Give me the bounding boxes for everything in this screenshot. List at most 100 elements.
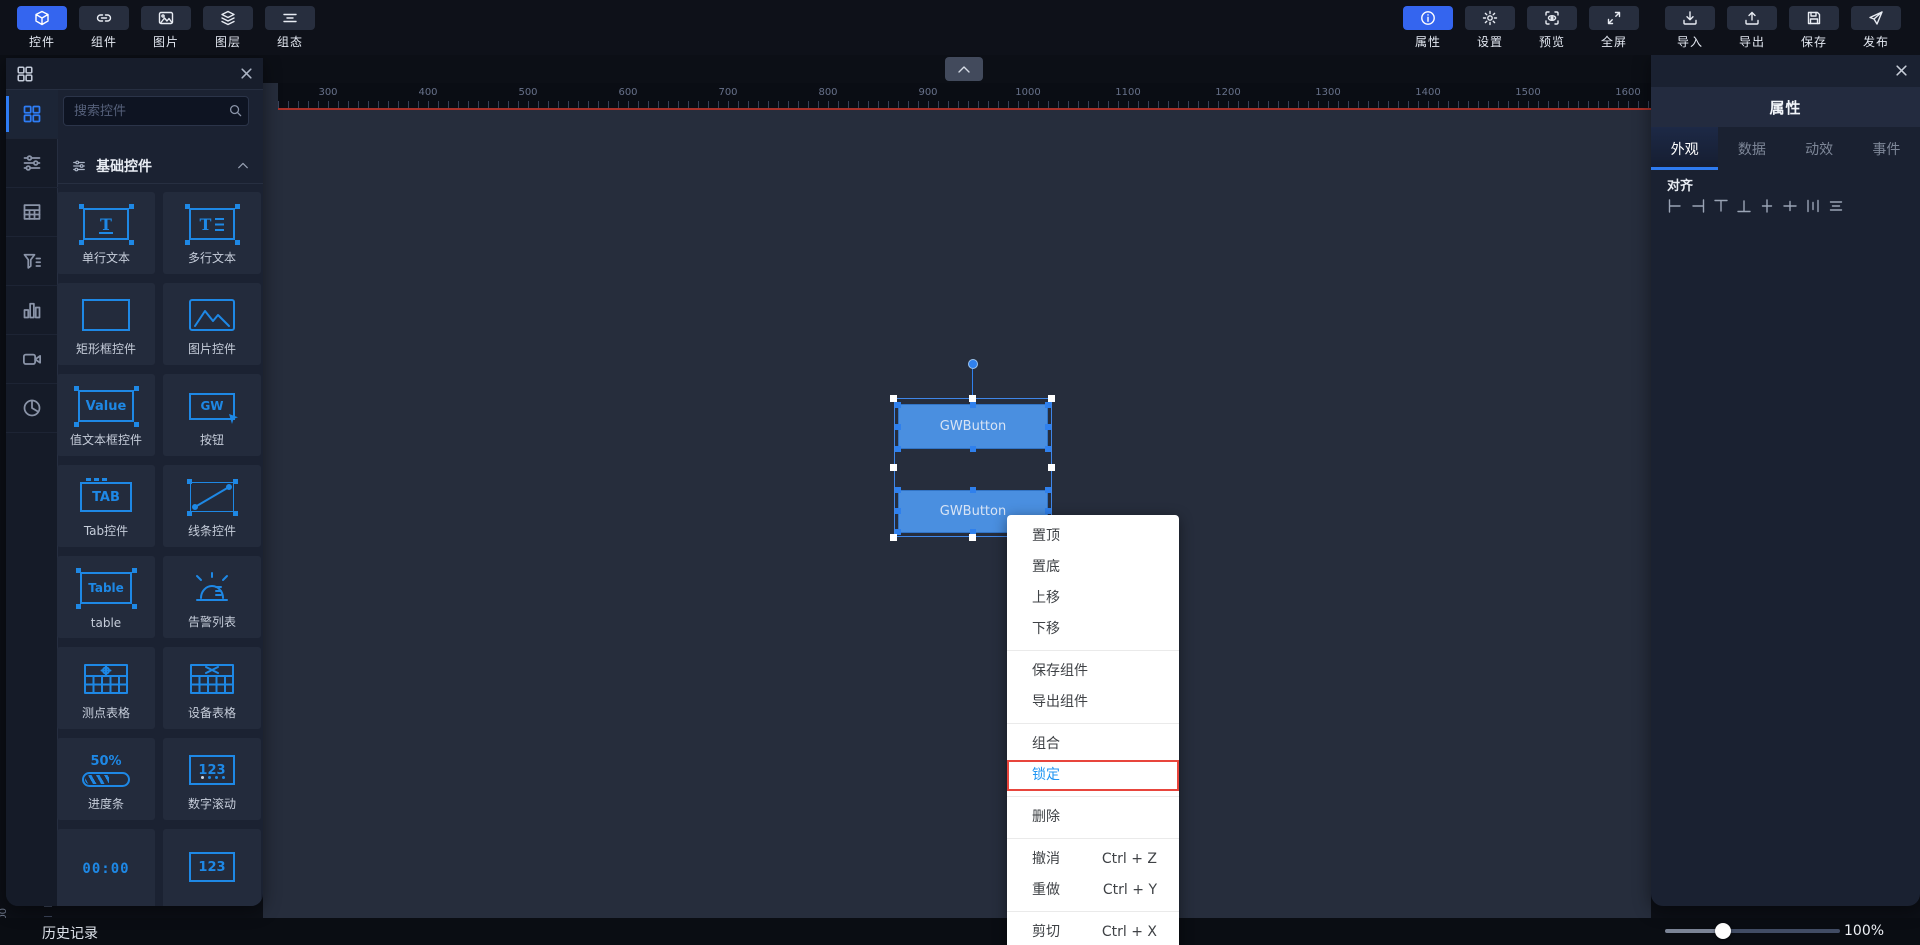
selection-handles-button-2[interactable] [970, 508, 976, 514]
toolbar-button-settings[interactable]: 设置 [1465, 6, 1515, 50]
collapse-ruler-button[interactable] [945, 57, 983, 81]
toolbar-button-properties[interactable]: 属性 [1403, 6, 1453, 50]
section-title: 基础控件 [96, 158, 152, 175]
ruler-number: 400 [418, 87, 438, 98]
component-item-progress-bar[interactable]: 50% 进度条 [57, 738, 155, 820]
selection-handles-group[interactable] [969, 464, 976, 471]
toolbar-button-export[interactable]: 导出 [1727, 6, 1777, 50]
toolbar-button-layers[interactable]: 图层 [203, 6, 253, 50]
toolbar-button-components[interactable]: 组件 [79, 6, 129, 50]
align-bottom-icon[interactable] [1736, 198, 1752, 214]
zoom-level-value: 100% [1844, 923, 1885, 939]
component-item-line[interactable]: 线条控件 [163, 465, 261, 547]
text-glyph: GW [200, 399, 224, 413]
horizontal-ruler: 300 400 500 600 700 800 900 1000 1100 12… [278, 83, 1651, 108]
menu-item-group[interactable]: 组合 [1007, 729, 1179, 760]
align-left-icon[interactable] [1667, 198, 1683, 214]
menu-item-send-to-back[interactable]: 置底 [1007, 552, 1179, 583]
menu-divider [1007, 723, 1179, 724]
nav-video-icon[interactable] [6, 335, 58, 384]
align-horizontal-center-icon[interactable] [1782, 198, 1798, 214]
menu-item-bring-to-front[interactable]: 置顶 [1007, 521, 1179, 552]
toolbar-button-fullscreen[interactable]: 全屏 [1589, 6, 1639, 50]
menu-item-move-up[interactable]: 上移 [1007, 583, 1179, 614]
nav-pie-icon[interactable] [6, 384, 58, 433]
nav-filter-icon[interactable] [6, 237, 58, 286]
search-input[interactable] [63, 96, 249, 126]
tab-data[interactable]: 数据 [1718, 127, 1785, 170]
component-item-value-textbox[interactable]: Value 值文本框控件 [57, 374, 155, 456]
component-item-single-line-text[interactable]: T 单行文本 [57, 192, 155, 274]
align-top-icon[interactable] [1713, 198, 1729, 214]
toolbar-button-preview[interactable]: 预览 [1527, 6, 1577, 50]
progress-pill-icon [82, 771, 130, 787]
toolbar-button-save[interactable]: 保存 [1789, 6, 1839, 50]
align-right-icon[interactable] [1690, 198, 1706, 214]
menu-divider [1007, 838, 1179, 839]
ruler-number: 1400 [1415, 87, 1441, 98]
align-vertical-center-icon[interactable] [1759, 198, 1775, 214]
tab-animation[interactable]: 动效 [1786, 127, 1853, 170]
toolbar-button-configuration[interactable]: 组态 [265, 6, 315, 50]
nav-chart-icon[interactable] [6, 286, 58, 335]
component-item-alarm-list[interactable]: 告警列表 [163, 556, 261, 638]
alarm-bell-icon [196, 572, 228, 601]
rotation-handle-line [972, 369, 973, 398]
bottom-status-bar: 历史记录 100% [0, 918, 1920, 945]
component-item-multi-line-text[interactable]: T 多行文本 [163, 192, 261, 274]
nav-table-icon[interactable] [6, 188, 58, 237]
rotation-handle[interactable] [968, 359, 978, 369]
top-toolbar: 控件 组件 图片 图层 组态 属性 设置 预览 全屏 导入 导出 保存 发布 [0, 0, 1920, 55]
zoom-slider-knob[interactable] [1715, 923, 1731, 939]
component-item-button[interactable]: GW 按钮 [163, 374, 261, 456]
grid-icon [17, 66, 33, 82]
component-item-measure-point-table[interactable]: 测点表格 [57, 647, 155, 729]
component-item-number-display[interactable]: 123 [163, 829, 261, 906]
tab-events[interactable]: 事件 [1853, 127, 1920, 170]
sliders-icon [23, 155, 41, 171]
dots-glyph [201, 776, 204, 779]
menu-item-move-down[interactable]: 下移 [1007, 614, 1179, 645]
menu-item-cut[interactable]: 剪切 Ctrl + X [1007, 917, 1179, 945]
component-item-table[interactable]: Table table [57, 556, 155, 638]
zoom-slider-track[interactable] [1723, 929, 1840, 933]
palette-header [6, 58, 263, 90]
menu-divider [1007, 650, 1179, 651]
toolbar-button-import[interactable]: 导入 [1665, 6, 1715, 50]
component-item-device-table[interactable]: 设备表格 [163, 647, 261, 729]
component-item-rectangle[interactable]: 矩形框控件 [57, 283, 155, 365]
component-item-number-scroll[interactable]: 123 数字滚动 [163, 738, 261, 820]
nav-sliders-icon[interactable] [6, 139, 58, 188]
bar-chart-icon [23, 302, 41, 319]
section-header-basic-widgets[interactable]: 基础控件 [58, 148, 263, 184]
menu-item-delete[interactable]: 删除 [1007, 802, 1179, 833]
component-item-tab[interactable]: TAB Tab控件 [57, 465, 155, 547]
history-panel-label[interactable]: 历史记录 [42, 923, 98, 943]
ruler-tick-marks [278, 101, 1651, 108]
component-item-image[interactable]: 图片控件 [163, 283, 261, 365]
toolbar-button-images[interactable]: 图片 [141, 6, 191, 50]
text-glyph: TAB [92, 489, 120, 505]
import-icon [1683, 11, 1697, 25]
menu-item-lock[interactable]: 锁定 [1007, 760, 1179, 791]
toolbar-button-widgets[interactable]: 控件 [17, 6, 67, 50]
close-icon[interactable] [1895, 64, 1908, 77]
selection-handles-button-1[interactable] [970, 424, 976, 430]
tab-appearance[interactable]: 外观 [1651, 127, 1719, 170]
properties-title-bar: 属性 [1651, 87, 1920, 127]
menu-item-redo[interactable]: 重做 Ctrl + Y [1007, 875, 1179, 906]
menu-item-save-component[interactable]: 保存组件 [1007, 656, 1179, 687]
nav-widget-grid-icon[interactable] [6, 90, 58, 139]
distribute-vertical-icon[interactable] [1828, 198, 1844, 214]
cube-icon [35, 10, 49, 26]
toolbar-button-publish[interactable]: 发布 [1851, 6, 1901, 50]
distribute-horizontal-icon[interactable] [1805, 198, 1821, 214]
text-lines-glyph [215, 217, 225, 231]
device-table-icon [190, 664, 234, 694]
menu-item-undo[interactable]: 撤消 Ctrl + Z [1007, 844, 1179, 875]
widget-grid-icon [23, 105, 41, 123]
component-item-time-display[interactable]: 00:00 [57, 829, 155, 906]
menu-divider [1007, 796, 1179, 797]
close-icon[interactable] [240, 67, 253, 80]
menu-item-export-component[interactable]: 导出组件 [1007, 687, 1179, 718]
